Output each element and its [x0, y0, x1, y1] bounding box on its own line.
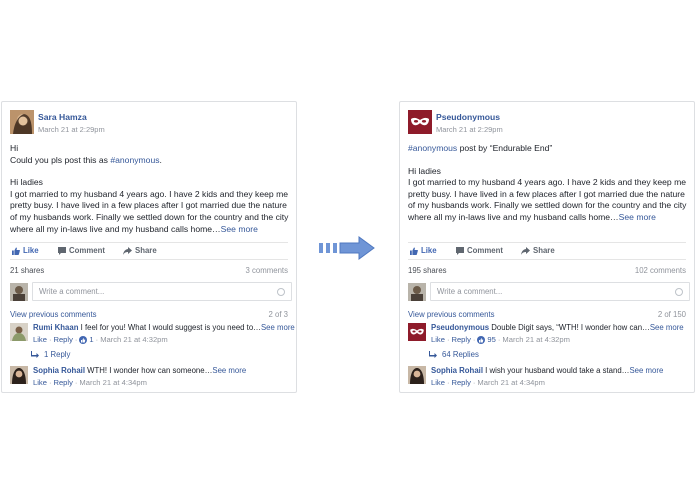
post-text: I got married to my husband 4 years ago.…	[408, 177, 687, 222]
mask-icon[interactable]	[408, 110, 432, 134]
commenter-name[interactable]: Sophia Rohail	[33, 366, 85, 375]
post-byline: #anonymous post by “Endurable End”	[408, 143, 553, 153]
view-previous-comments-link[interactable]: View previous comments	[408, 310, 495, 319]
comment-composer: Write a comment...	[10, 282, 292, 302]
comment-text: Sophia Rohail WTH! I wonder how can some…	[33, 366, 247, 375]
comment-reply-link[interactable]: Reply	[53, 335, 72, 344]
share-button[interactable]: Share	[521, 246, 555, 255]
thumbs-up-icon	[12, 247, 20, 255]
shares-count[interactable]: 21 shares	[10, 266, 44, 275]
comment-text: Sophia Rohail I wish your husband would …	[431, 366, 664, 375]
comment-icon	[58, 246, 66, 255]
share-icon	[123, 246, 132, 255]
comment-composer: Write a comment...	[408, 282, 690, 302]
comment-page-count: 2 of 150	[657, 310, 686, 319]
anonymized-post-card: Pseudonymous March 21 at 2:29pm #anonymo…	[399, 101, 695, 393]
mask-icon[interactable]	[408, 323, 426, 341]
hashtag-link[interactable]: #anonymous	[408, 143, 457, 153]
post-greeting: Hi ladies	[408, 165, 441, 176]
thumbs-up-icon	[477, 335, 486, 344]
reply-arrow-icon	[429, 351, 437, 358]
comment-button[interactable]: Comment	[456, 246, 503, 255]
original-post-card: Sara Hamza March 21 at 2:29pm Hi Could y…	[1, 101, 297, 393]
comment-button[interactable]: Comment	[58, 246, 105, 255]
comment-meta: Like · Reply · March 21 at 4:34pm	[431, 378, 545, 387]
post-greeting: Hi ladies	[10, 177, 43, 188]
action-bar: Like Comment Share	[408, 242, 686, 260]
viewer-avatar	[10, 283, 28, 301]
comment-reply-link[interactable]: Reply	[53, 378, 72, 387]
like-button[interactable]: Like	[410, 246, 437, 255]
comment-like-link[interactable]: Like	[431, 335, 445, 344]
see-more-link[interactable]: See more	[261, 323, 295, 332]
post-body: Hi Could you pls post this as #anonymous…	[10, 143, 292, 235]
comment-like-link[interactable]: Like	[431, 378, 445, 387]
view-replies-link[interactable]: 1 Reply	[31, 350, 70, 359]
author-name[interactable]: Sara Hamza	[38, 112, 87, 122]
commenter-name[interactable]: Rumi Khaan	[33, 323, 79, 332]
camera-icon[interactable]	[675, 288, 683, 296]
shares-count[interactable]: 195 shares	[408, 266, 447, 275]
comment-item: Pseudonymous Double Digit says, “WTH! I …	[408, 323, 686, 353]
like-button[interactable]: Like	[12, 246, 39, 255]
comment-input[interactable]: Write a comment...	[430, 282, 690, 301]
comment-meta: Like · Reply · 95 · March 21 at 4:32pm	[431, 335, 570, 344]
see-more-link[interactable]: See more	[619, 212, 656, 222]
action-bar: Like Comment Share	[10, 242, 288, 260]
thumbs-up-icon	[410, 247, 418, 255]
see-more-link[interactable]: See more	[212, 366, 246, 375]
comment-text: Pseudonymous Double Digit says, “WTH! I …	[431, 323, 684, 332]
post-timestamp[interactable]: March 21 at 2:29pm	[436, 125, 503, 134]
post-request: Could you pls post this as #anonymous.	[10, 154, 162, 165]
commenter-avatar[interactable]	[408, 366, 426, 384]
see-more-link[interactable]: See more	[629, 366, 663, 375]
camera-icon[interactable]	[277, 288, 285, 296]
share-button[interactable]: Share	[123, 246, 157, 255]
comments-count[interactable]: 3 comments	[246, 266, 288, 275]
view-replies-link[interactable]: 64 Replies	[429, 350, 479, 359]
right-arrow-icon	[319, 236, 375, 260]
comment-timestamp[interactable]: March 21 at 4:34pm	[79, 378, 147, 387]
see-more-link[interactable]: See more	[650, 323, 684, 332]
commenter-avatar[interactable]	[10, 366, 28, 384]
comment-like-count[interactable]: 1	[89, 335, 93, 344]
thumbs-up-icon	[79, 335, 88, 344]
reply-arrow-icon	[31, 351, 39, 358]
comment-timestamp[interactable]: March 21 at 4:32pm	[100, 335, 168, 344]
commenter-avatar[interactable]	[10, 323, 28, 341]
comment-like-link[interactable]: Like	[33, 335, 47, 344]
author-name[interactable]: Pseudonymous	[436, 112, 500, 122]
comment-text: Rumi Khaan I feel for you! What I would …	[33, 323, 295, 332]
post-timestamp[interactable]: March 21 at 2:29pm	[38, 125, 105, 134]
comment-timestamp[interactable]: March 21 at 4:32pm	[502, 335, 570, 344]
comment-like-link[interactable]: Like	[33, 378, 47, 387]
share-icon	[521, 246, 530, 255]
see-more-link[interactable]: See more	[221, 224, 258, 234]
comment-reply-link[interactable]: Reply	[451, 335, 470, 344]
comment-meta: Like · Reply · March 21 at 4:34pm	[33, 378, 147, 387]
viewer-avatar	[408, 283, 426, 301]
comment-meta: Like · Reply · 1 · March 21 at 4:32pm	[33, 335, 168, 344]
comment-icon	[456, 246, 464, 255]
post-line: Hi	[10, 143, 19, 153]
commenter-name[interactable]: Pseudonymous	[431, 323, 489, 332]
comment-like-count[interactable]: 95	[487, 335, 495, 344]
view-previous-comments-link[interactable]: View previous comments	[10, 310, 97, 319]
post-body: #anonymous post by “Endurable End” Hi la…	[408, 143, 690, 224]
comment-timestamp[interactable]: March 21 at 4:34pm	[477, 378, 545, 387]
commenter-name[interactable]: Sophia Rohail	[431, 366, 483, 375]
comment-item: Rumi Khaan I feel for you! What I would …	[10, 323, 295, 353]
comment-reply-link[interactable]: Reply	[451, 378, 470, 387]
comments-count[interactable]: 102 comments	[635, 266, 686, 275]
comment-item: Sophia Rohail WTH! I wonder how can some…	[10, 366, 288, 396]
comment-page-count: 2 of 3	[268, 310, 288, 319]
post-text: I got married to my husband 4 years ago.…	[10, 188, 289, 234]
avatar[interactable]	[10, 110, 34, 134]
comment-item: Sophia Rohail I wish your husband would …	[408, 366, 686, 396]
hashtag-link[interactable]: #anonymous	[110, 155, 159, 165]
comment-input[interactable]: Write a comment...	[32, 282, 292, 301]
